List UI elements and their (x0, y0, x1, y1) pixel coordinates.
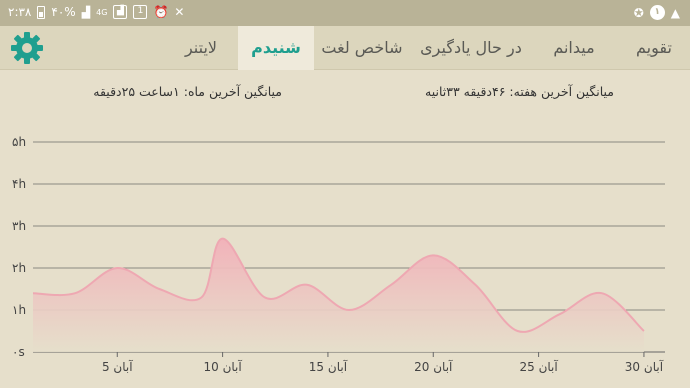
listening-chart: ۰s ۱h ۲h ۳h ۴h ۵h 5 آبان 10 آبان 15 آبان 20 آبان 2… (12, 135, 665, 374)
alarm-icon: ⏰ (153, 5, 169, 19)
y-tick-label: ۲h (12, 261, 26, 275)
tab-learning[interactable]: در حال یادگیری (412, 26, 530, 70)
status-bar: ۲:۳۸ ۴۰% ▟ 4G ▟ 1 ⏰ ✕ ✪ ۱ ▲ (0, 0, 690, 26)
y-tick-label: ۳h (12, 219, 26, 233)
tab-leitner[interactable]: لایتنر (166, 26, 236, 70)
battery-percent: ۴۰% (51, 5, 76, 19)
x-tick-label: 20 آبان (414, 359, 453, 374)
status-left: ۲:۳۸ ۴۰% ▟ 4G ▟ 1 ⏰ ✕ (8, 5, 184, 19)
battery-icon (37, 5, 46, 19)
clock: ۲:۳۸ (8, 5, 32, 19)
sync-icon: ✪ (633, 5, 644, 20)
week-average: میانگین آخرین هفته: ۴۶دقیقه ۳۳ثانیه (425, 84, 614, 99)
x-tick-label: 30 آبان (625, 359, 664, 374)
month-average: میانگین آخرین ماه: ۱ساعت ۲۵دقیقه (93, 84, 282, 99)
app-notification-icon: ▲ (670, 5, 680, 20)
area-fill (33, 238, 644, 352)
signal-icon: ▟ (81, 5, 91, 19)
y-tick-label: ۱h (12, 303, 26, 317)
tab-word-index[interactable]: شاخص لغت (314, 26, 410, 70)
mute-icon: ✕ (174, 5, 185, 19)
x-tick-label: 5 آبان (102, 359, 133, 374)
tab-calendar[interactable]: تقویم (618, 26, 690, 70)
y-tick-label: ۴h (12, 177, 26, 191)
tab-listened[interactable]: شنیدم (238, 26, 314, 70)
x-tick-label: 25 آبان (519, 359, 558, 374)
sim-icon: 1 (133, 5, 148, 19)
settings-gear-icon[interactable] (10, 31, 44, 65)
notification-badge: ۱ (649, 5, 665, 20)
y-tick-label: ۰s (12, 345, 25, 359)
network-type: 4G (96, 7, 108, 17)
x-tick-label: 10 آبان (203, 359, 242, 374)
signal-box-icon: ▟ (113, 5, 128, 19)
area-layer (32, 237, 645, 352)
x-tick-label: 15 آبان (309, 359, 348, 374)
tab-bar: تقویم میدانم در حال یادگیری شاخص لغت شنی… (0, 26, 690, 70)
status-right: ✪ ۱ ▲ (634, 5, 680, 20)
y-tick-label: ۵h (12, 135, 26, 149)
tab-known[interactable]: میدانم (536, 26, 612, 70)
